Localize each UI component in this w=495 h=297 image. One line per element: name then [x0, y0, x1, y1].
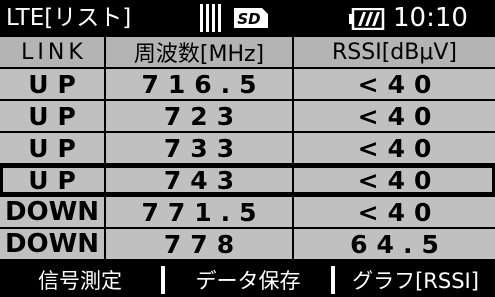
cell-frequency: 778	[163, 229, 244, 259]
clock: 10:10	[393, 3, 468, 33]
table-row[interactable]: DOWN 771.5 <40	[0, 197, 495, 227]
header-frequency: 周波数[MHz]	[133, 42, 265, 67]
table-row-selected[interactable]: UP 743 <40	[0, 165, 495, 195]
cell-link: UP	[28, 165, 85, 195]
cell-link: UP	[28, 101, 85, 131]
cell-link: DOWN	[4, 197, 100, 227]
softkey-bar: 信号測定 データ保存 グラフ[RSSI]	[0, 262, 495, 297]
cell-frequency: 771.5	[141, 197, 266, 227]
battery-icon	[349, 8, 385, 30]
cell-rssi: <40	[357, 69, 441, 99]
cell-frequency: 733	[163, 133, 244, 163]
cell-frequency: 716.5	[141, 69, 266, 99]
table-row[interactable]: DOWN 778 64.5	[0, 229, 495, 259]
table-row[interactable]: UP 723 <40	[0, 101, 495, 131]
cell-link: UP	[28, 133, 85, 163]
cell-rssi: <40	[357, 165, 441, 195]
softkey-divider	[161, 266, 165, 294]
cell-rssi: 64.5	[350, 229, 448, 259]
save-data-softkey[interactable]: データ保存	[166, 262, 330, 297]
table-row[interactable]: UP 716.5 <40	[0, 69, 495, 99]
status-bar: LTE[リスト] SD 10:10	[0, 0, 495, 37]
cell-link: DOWN	[4, 229, 100, 259]
cell-frequency: 743	[163, 165, 244, 195]
graph-rssi-softkey[interactable]: グラフ[RSSI]	[336, 262, 495, 297]
header-link: LINK	[21, 39, 87, 65]
cell-rssi: <40	[357, 197, 441, 227]
sd-card-icon: SD	[234, 8, 268, 28]
cell-frequency: 723	[163, 101, 244, 131]
cell-rssi: <40	[357, 101, 441, 131]
cell-rssi: <40	[357, 133, 441, 163]
cell-link: UP	[28, 69, 85, 99]
screen-title: LTE[リスト]	[6, 5, 132, 31]
header-rssi: RSSI[dBμV]	[332, 39, 457, 65]
sd-card-label: SD	[237, 10, 260, 28]
signal-bars-icon	[200, 4, 222, 32]
softkey-divider	[331, 266, 335, 294]
table-row[interactable]: UP 733 <40	[0, 133, 495, 163]
signal-measure-softkey[interactable]: 信号測定	[0, 262, 160, 297]
table-header: LINK 周波数[MHz] RSSI[dBμV]	[0, 37, 495, 67]
